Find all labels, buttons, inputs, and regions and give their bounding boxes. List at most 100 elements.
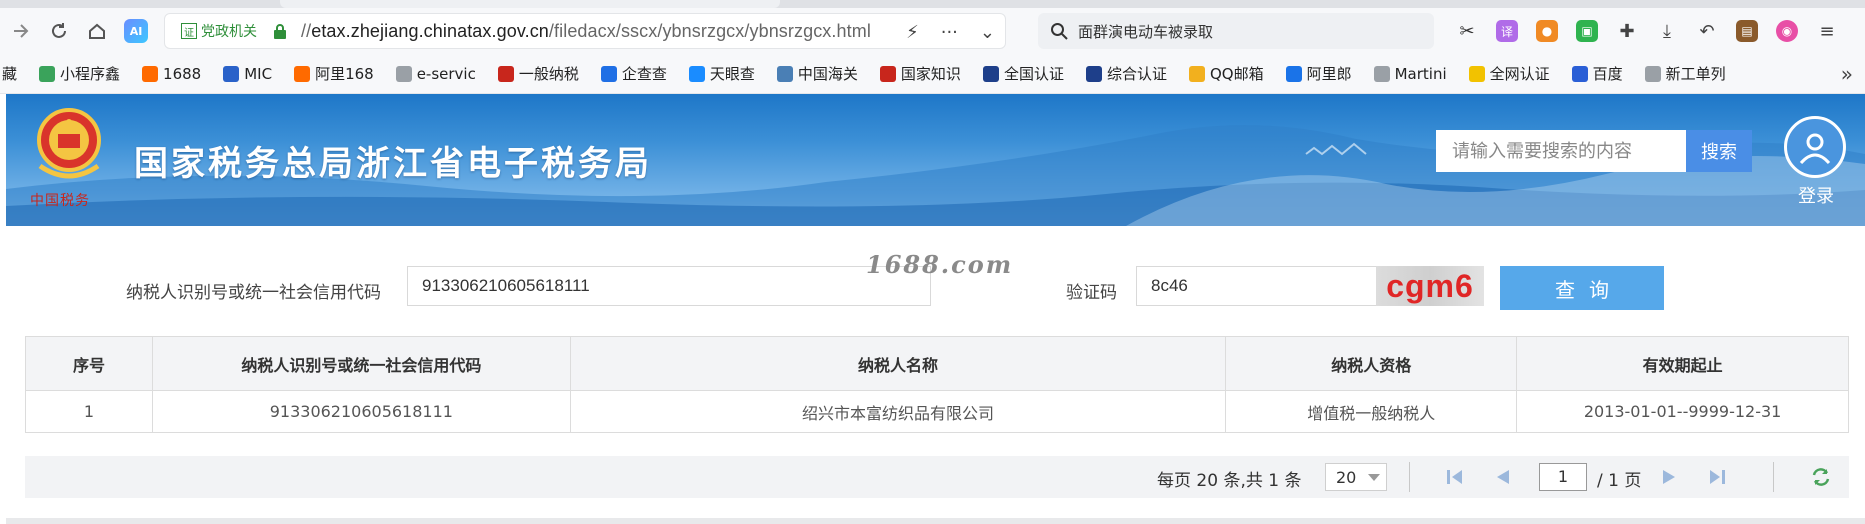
url-text[interactable]: //etax.zhejiang.chinatax.gov.cn/filedacx…	[301, 21, 871, 42]
cell-name: 绍兴市本富纺织品有限公司	[569, 390, 1227, 433]
bookmark-item[interactable]: 一般纳税	[497, 63, 579, 84]
bookmark-item[interactable]: 国家知识	[879, 63, 961, 84]
captcha-label: 验证码	[1066, 283, 1117, 303]
prev-page-icon[interactable]	[1491, 465, 1515, 489]
site-search-input[interactable]	[1436, 130, 1686, 172]
briefcase-icon[interactable]: ▤	[1736, 20, 1758, 42]
tab-strip	[0, 0, 1865, 8]
refresh-icon[interactable]	[1809, 465, 1833, 489]
scissors-icon[interactable]: ✂	[1456, 20, 1478, 42]
bookmark-label: 全国认证	[1003, 65, 1064, 83]
bookmarks-overflow-icon[interactable]: »	[1841, 62, 1853, 86]
result-table: 序号 纳税人识别号或统一社会信用代码 纳税人名称 纳税人资格 有效期起止 1 9…	[25, 336, 1849, 433]
bookmark-label: 1688	[163, 64, 202, 83]
translate-icon[interactable]: 译	[1496, 20, 1518, 42]
address-bar[interactable]: 证 党政机关 //etax.zhejiang.chinatax.gov.cn/f…	[164, 13, 1006, 49]
bookmark-item[interactable]: 天眼查	[688, 63, 755, 84]
browser-search-text: 面群演电动车被录取	[1078, 22, 1214, 41]
header-name: 纳税人名称	[569, 336, 1227, 391]
current-page-input[interactable]: 1	[1539, 463, 1587, 491]
bookmark-item[interactable]: 企查查	[600, 63, 667, 84]
last-page-icon[interactable]	[1705, 465, 1729, 489]
bookmark-favicon-icon	[688, 65, 705, 82]
bookmark-favicon-icon	[223, 65, 240, 82]
bookmark-favicon-icon	[600, 65, 617, 82]
site-search-button[interactable]: 搜索	[1686, 130, 1752, 172]
search-icon	[1051, 23, 1068, 40]
bookmark-label: 国家知识	[900, 65, 961, 83]
bookmark-item[interactable]: 阿里郎	[1285, 63, 1352, 84]
active-tab[interactable]	[280, 0, 780, 8]
page-summary: 每页 20 条,共 1 条	[1157, 471, 1302, 491]
bookmark-favicon-icon	[1571, 65, 1588, 82]
taxid-input[interactable]: 913306210605618111	[407, 266, 931, 306]
gov-badge-label: 党政机关	[201, 24, 257, 40]
bookmark-item[interactable]: MIC	[223, 65, 272, 83]
reader-icon[interactable]: ▣	[1576, 20, 1598, 42]
bookmark-item[interactable]: 全网认证	[1468, 63, 1550, 84]
bookmark-favicon-icon	[982, 65, 999, 82]
first-page-icon[interactable]	[1443, 465, 1467, 489]
taxid-label: 纳税人识别号或统一社会信用代码	[126, 283, 381, 303]
ai-assistant-icon[interactable]: AI	[124, 19, 148, 43]
user-avatar-icon[interactable]	[1784, 116, 1846, 178]
lightning-icon[interactable]: ⚡	[906, 22, 919, 43]
bookmark-favicon-icon	[294, 65, 311, 82]
bookmark-favicon-icon	[39, 65, 56, 82]
bookmark-label: QQ邮箱	[1209, 65, 1264, 83]
header-validity: 有效期起止	[1516, 336, 1849, 391]
bookmark-favicon-icon	[395, 65, 412, 82]
bookmark-item[interactable]: QQ邮箱	[1188, 63, 1264, 84]
captcha-input[interactable]: 8c46	[1136, 266, 1378, 306]
bookmark-item[interactable]: Martini	[1373, 65, 1447, 83]
bookmark-item[interactable]: 综合认证	[1085, 63, 1167, 84]
bookmark-item[interactable]: e-servic	[395, 65, 476, 83]
national-emblem-icon	[37, 108, 101, 179]
bookmark-label: 全网认证	[1489, 65, 1550, 83]
bookmark-label: 百度	[1592, 65, 1623, 83]
bookmark-item[interactable]: 藏	[2, 63, 17, 84]
bookmark-favicon-icon	[776, 65, 793, 82]
captcha-image[interactable]: cgm6	[1376, 266, 1484, 306]
bookmark-item[interactable]: 全国认证	[982, 63, 1064, 84]
bookmark-label: 新工单列	[1665, 65, 1726, 83]
chevron-down-icon	[1368, 474, 1380, 481]
bookmark-item[interactable]: 1688	[142, 65, 201, 83]
site-search-box[interactable]	[1436, 130, 1686, 172]
bookmark-favicon-icon	[1188, 65, 1205, 82]
bookmark-label: 天眼查	[709, 65, 755, 83]
home-icon[interactable]	[80, 14, 114, 48]
gov-verified-badge[interactable]: 证 党政机关	[175, 20, 263, 42]
table-header-row: 序号 纳税人识别号或统一社会信用代码 纳税人名称 纳税人资格 有效期起止	[25, 336, 1849, 391]
page-title: 国家税务总局浙江省电子税务局	[134, 144, 652, 184]
chevron-down-icon[interactable]: ⌄	[980, 22, 995, 43]
puzzle-icon[interactable]: ✚	[1616, 20, 1638, 42]
profile-icon[interactable]: ◉	[1776, 20, 1798, 42]
login-link[interactable]: 登录	[1798, 182, 1834, 208]
next-page-icon[interactable]	[1657, 465, 1681, 489]
query-button[interactable]: 查询	[1500, 266, 1664, 310]
bookmark-item[interactable]: 小程序鑫	[39, 63, 120, 84]
undo-icon[interactable]: ↶	[1696, 20, 1718, 42]
bookmark-label: 藏	[2, 65, 18, 83]
page-size-select[interactable]: 20	[1325, 463, 1387, 491]
download-icon[interactable]: ⤓	[1656, 20, 1678, 42]
certificate-icon: 证	[181, 23, 197, 39]
browser-search-box[interactable]: 面群演电动车被录取	[1038, 13, 1434, 49]
more-dots-icon[interactable]: ···	[941, 22, 958, 43]
menu-icon[interactable]: ≡	[1816, 20, 1838, 42]
bookmark-item[interactable]: 百度	[1571, 63, 1623, 84]
gamepad-icon[interactable]: ●	[1536, 20, 1558, 42]
reload-icon[interactable]	[42, 14, 76, 48]
forward-icon[interactable]	[4, 14, 38, 48]
bookmark-item[interactable]: 中国海关	[776, 63, 858, 84]
header-qualification: 纳税人资格	[1225, 336, 1518, 391]
bookmark-item[interactable]: 新工单列	[1644, 63, 1726, 84]
bookmark-label: 阿里168	[315, 65, 374, 83]
bookmark-favicon-icon	[497, 65, 514, 82]
bookmark-favicon-icon	[1085, 65, 1102, 82]
bookmark-item[interactable]: 阿里168	[294, 63, 374, 84]
cell-validity: 2013-01-01--9999-12-31	[1516, 390, 1849, 433]
lock-icon[interactable]	[273, 23, 287, 39]
cell-qualification: 增值税一般纳税人	[1225, 390, 1518, 433]
